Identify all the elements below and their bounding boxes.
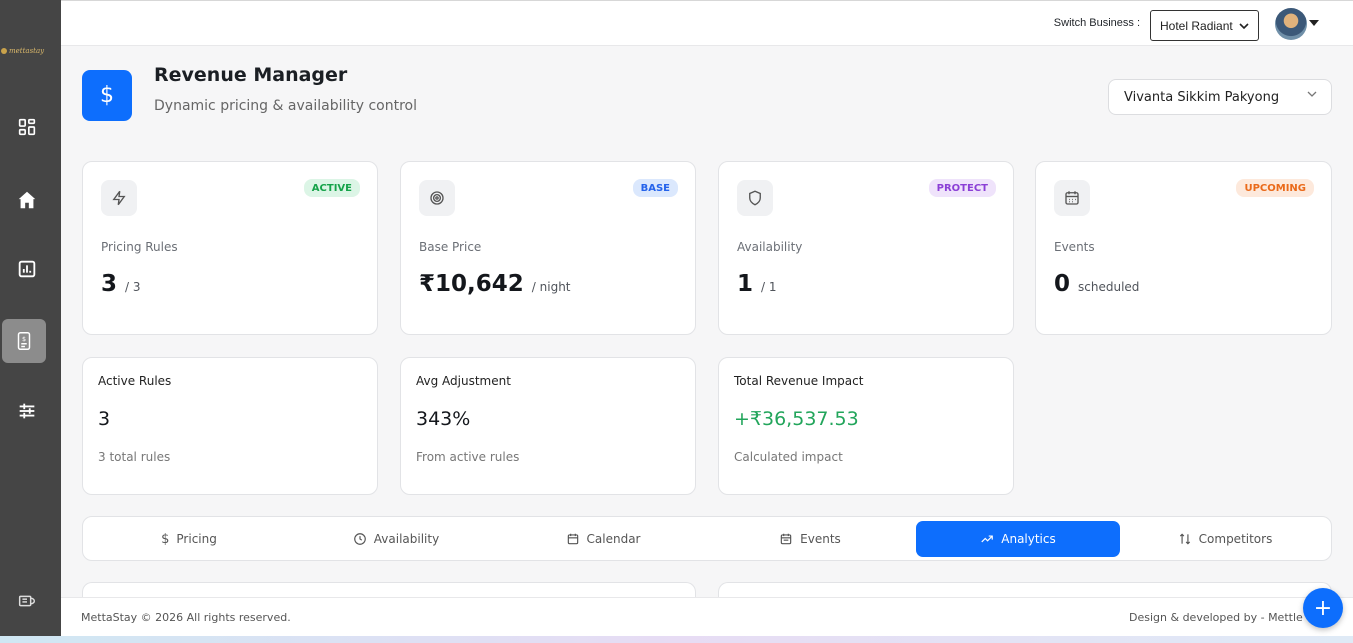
calendar-icon bbox=[1054, 180, 1090, 216]
switch-business-label: Switch Business : bbox=[1053, 17, 1140, 29]
calendar-icon bbox=[567, 533, 578, 545]
compare-icon bbox=[1179, 533, 1190, 545]
business-select[interactable]: Hotel Radiant bbox=[1150, 10, 1259, 41]
card-label: Pricing Rules bbox=[101, 240, 178, 254]
value-number: 3 bbox=[101, 271, 118, 297]
tab-label: Calendar bbox=[586, 532, 641, 546]
bottom-strip bbox=[0, 636, 1353, 643]
tab-label: Analytics bbox=[1001, 532, 1056, 546]
footer-copyright: MettaStay © 2026 All rights reserved. bbox=[81, 611, 291, 624]
caret-down-icon[interactable] bbox=[1309, 20, 1319, 26]
logo-text: mettastay bbox=[9, 47, 45, 55]
sidebar: mettastay $ bbox=[0, 0, 61, 636]
stat-subtext: Calculated impact bbox=[734, 450, 843, 464]
value-unit: / night bbox=[531, 280, 571, 294]
revenue-document-icon[interactable]: $ bbox=[2, 319, 46, 363]
tab-label: Pricing bbox=[176, 532, 217, 546]
brand-logo[interactable]: mettastay bbox=[0, 44, 61, 58]
tab-availability[interactable]: Availability bbox=[294, 521, 498, 557]
section-tabs: $ Pricing Availability Calendar Events A… bbox=[82, 516, 1332, 561]
top-header: Switch Business : Hotel Radiant bbox=[61, 0, 1353, 46]
page-subtitle: Dynamic pricing & availability control bbox=[154, 98, 417, 114]
trend-icon bbox=[981, 535, 994, 543]
tab-label: Availability bbox=[373, 532, 440, 546]
value-unit: / 3 bbox=[125, 280, 141, 294]
stat-value: +₹36,537.53 bbox=[734, 408, 859, 430]
footer-credit: Design & developed by - Mettle T bbox=[1129, 611, 1313, 624]
pricing-rules-card: ACTIVE Pricing Rules 3 / 3 bbox=[82, 161, 378, 335]
card-label: Availability bbox=[737, 240, 803, 254]
tab-competitors[interactable]: Competitors bbox=[1123, 521, 1327, 557]
stat-subtext: From active rules bbox=[416, 450, 520, 464]
avatar[interactable] bbox=[1275, 8, 1307, 40]
tab-pricing[interactable]: $ Pricing bbox=[87, 521, 291, 557]
stat-value: 3 bbox=[98, 408, 111, 430]
active-rules-card: Active Rules 3 3 total rules bbox=[82, 357, 378, 495]
home-icon[interactable] bbox=[8, 181, 46, 219]
stat-value: 343% bbox=[416, 408, 471, 430]
stat-label: Total Revenue Impact bbox=[734, 374, 864, 388]
card-value: 1 / 1 bbox=[737, 271, 777, 297]
status-badge: UPCOMING bbox=[1236, 179, 1314, 197]
stat-label: Avg Adjustment bbox=[416, 374, 511, 388]
stat-subtext: 3 total rules bbox=[98, 450, 171, 464]
card-value: ₹10,642 / night bbox=[419, 271, 571, 297]
target-icon bbox=[419, 180, 455, 216]
dollar-icon: $ bbox=[82, 70, 132, 121]
dollar-icon: $ bbox=[161, 531, 170, 547]
chevron-down-icon bbox=[1239, 22, 1249, 29]
svg-text:$: $ bbox=[22, 335, 26, 343]
availability-card: PROTECT Availability 1 / 1 bbox=[718, 161, 1014, 335]
business-select-value: Hotel Radiant bbox=[1160, 18, 1233, 33]
add-button[interactable]: + bbox=[1303, 588, 1343, 628]
dashboard-grid-icon[interactable] bbox=[8, 108, 46, 146]
calendar-icon bbox=[780, 533, 792, 545]
tab-label: Events bbox=[800, 532, 841, 546]
events-card: UPCOMING Events 0 scheduled bbox=[1035, 161, 1332, 335]
value-number: 1 bbox=[737, 271, 754, 297]
tab-calendar[interactable]: Calendar bbox=[501, 521, 705, 557]
value-unit: / 1 bbox=[761, 280, 777, 294]
chevron-down-icon bbox=[1307, 90, 1317, 101]
status-badge: BASE bbox=[632, 179, 678, 197]
card-label: Base Price bbox=[419, 240, 482, 254]
card-label: Events bbox=[1054, 240, 1095, 254]
collapse-icon[interactable] bbox=[8, 582, 46, 620]
status-badge: PROTECT bbox=[928, 179, 996, 197]
shield-icon bbox=[737, 180, 773, 216]
status-badge: ACTIVE bbox=[303, 179, 360, 197]
property-select[interactable]: Vivanta Sikkim Pakyong bbox=[1108, 79, 1332, 115]
card-value: 0 scheduled bbox=[1054, 271, 1139, 297]
footer: MettaStay © 2026 All rights reserved. De… bbox=[61, 597, 1353, 636]
value-number: 0 bbox=[1054, 271, 1071, 297]
sliders-icon[interactable] bbox=[8, 392, 46, 430]
tab-events[interactable]: Events bbox=[708, 521, 912, 557]
property-select-value: Vivanta Sikkim Pakyong bbox=[1124, 89, 1280, 105]
lightning-icon bbox=[101, 180, 137, 216]
value-number: ₹10,642 bbox=[419, 271, 524, 297]
avg-adjustment-card: Avg Adjustment 343% From active rules bbox=[400, 357, 696, 495]
page-title: Revenue Manager bbox=[154, 64, 348, 86]
value-unit: scheduled bbox=[1078, 280, 1140, 294]
clock-icon bbox=[353, 533, 366, 545]
tab-label: Competitors bbox=[1198, 532, 1273, 546]
tab-analytics[interactable]: Analytics bbox=[916, 521, 1120, 557]
stat-label: Active Rules bbox=[98, 374, 172, 388]
card-value: 3 / 3 bbox=[101, 271, 141, 297]
total-revenue-impact-card: Total Revenue Impact +₹36,537.53 Calcula… bbox=[718, 357, 1014, 495]
bar-chart-icon[interactable] bbox=[8, 250, 46, 288]
base-price-card: BASE Base Price ₹10,642 / night bbox=[400, 161, 696, 335]
